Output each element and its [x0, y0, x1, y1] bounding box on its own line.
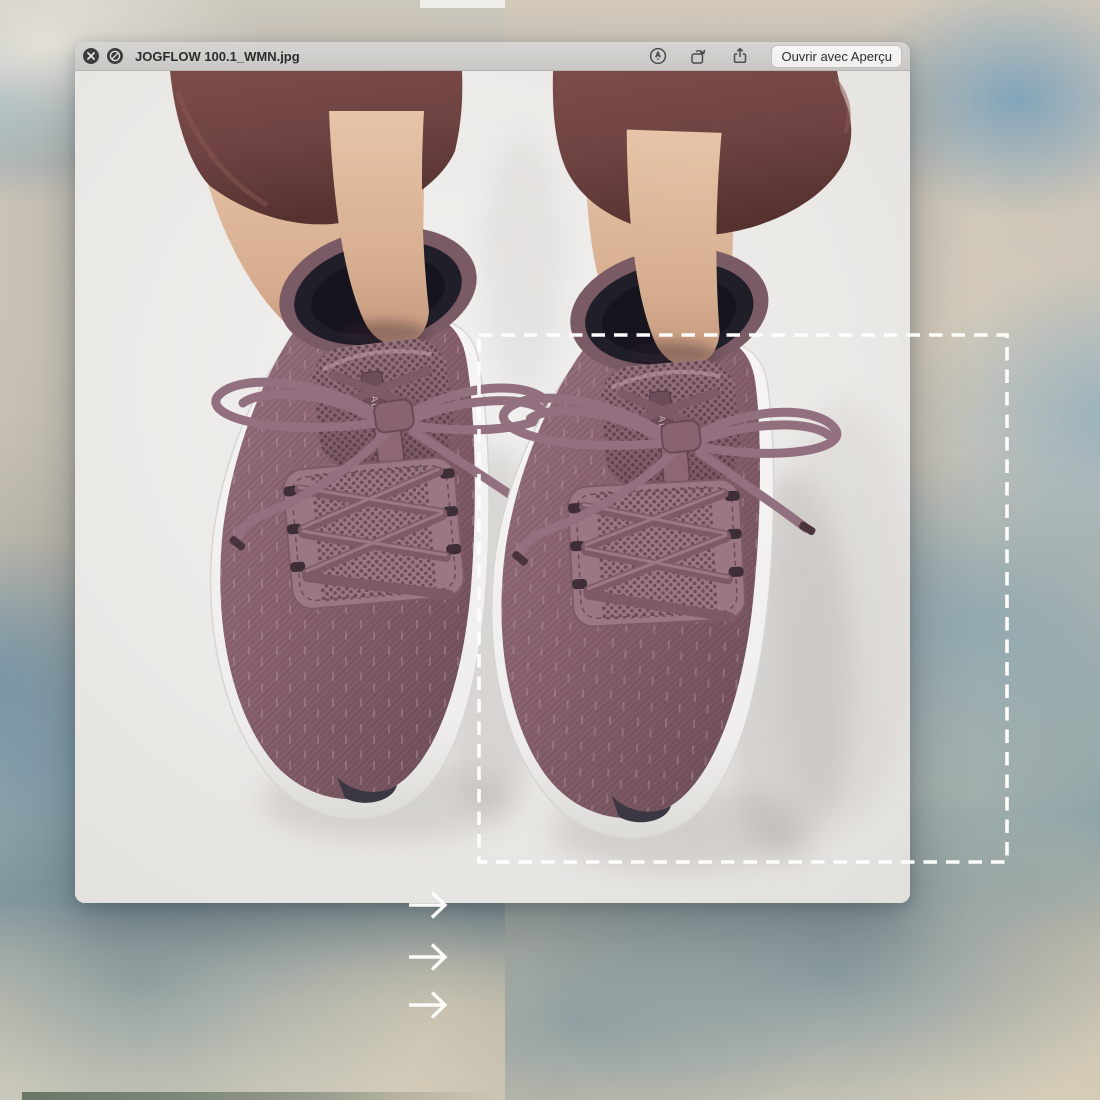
shoes-photo: KAL	[75, 71, 910, 903]
open-with-preview-button[interactable]: Ouvrir avec Aperçu	[771, 45, 902, 68]
window-titlebar[interactable]: JOGFLOW 100.1_WMN.jpg	[75, 42, 910, 71]
sky-bottom-edge	[22, 1092, 497, 1100]
markup-pen-icon	[649, 47, 667, 65]
lacing-panel	[282, 456, 466, 610]
right-arrow-icon-1	[406, 887, 452, 923]
photo-preview: KAL	[75, 71, 910, 903]
desktop: { "window": { "title": "JOGFLOW 100.1_WM…	[0, 0, 1100, 1100]
rotate-button[interactable]	[689, 47, 708, 66]
rotate-icon	[689, 47, 708, 66]
right-arrow-icon-2	[406, 939, 452, 975]
close-icon	[86, 51, 96, 61]
prohibit-button[interactable]	[107, 48, 123, 64]
sky-seam-gap	[420, 0, 505, 8]
quicklook-window: JOGFLOW 100.1_WMN.jpg	[75, 42, 910, 903]
close-button[interactable]	[83, 48, 99, 64]
markup-button[interactable]	[648, 47, 667, 66]
share-icon	[731, 47, 749, 65]
titlebar-actions: Ouvrir avec Aperçu	[648, 45, 902, 68]
share-button[interactable]	[730, 47, 749, 66]
right-arrow-icon-3	[406, 987, 452, 1023]
prohibit-icon	[109, 50, 121, 62]
window-title: JOGFLOW 100.1_WMN.jpg	[135, 49, 640, 64]
